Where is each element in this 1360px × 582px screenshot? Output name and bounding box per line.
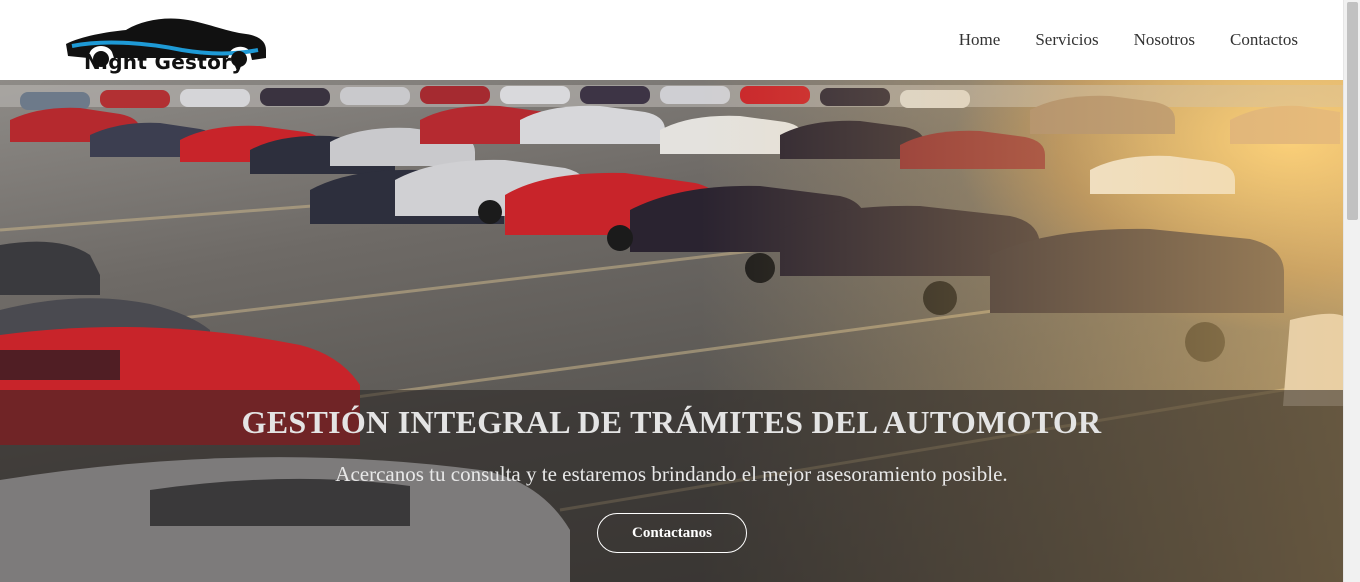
nav-servicios[interactable]: Servicios xyxy=(1035,30,1098,50)
scrollbar-thumb[interactable] xyxy=(1347,2,1358,220)
site-header: Night Gestory Home Servicios Nosotros Co… xyxy=(0,0,1343,80)
hero-subtitle: Acercanos tu consulta y te estaremos bri… xyxy=(335,462,1008,486)
page: Night Gestory Home Servicios Nosotros Co… xyxy=(0,0,1360,582)
brand-name: Night Gestory xyxy=(84,50,245,74)
hero-banner: GESTIÓN INTEGRAL DE TRÁMITES DEL AUTOMOT… xyxy=(0,80,1343,582)
contact-button[interactable]: Contactanos xyxy=(597,513,747,553)
main-nav: Home Servicios Nosotros Contactos xyxy=(959,30,1298,50)
nav-nosotros[interactable]: Nosotros xyxy=(1134,30,1195,50)
nav-contactos[interactable]: Contactos xyxy=(1230,30,1298,50)
vertical-scrollbar[interactable] xyxy=(1343,0,1360,582)
nav-home[interactable]: Home xyxy=(959,30,1001,50)
brand-logo[interactable]: Night Gestory xyxy=(62,14,268,78)
hero-title: GESTIÓN INTEGRAL DE TRÁMITES DEL AUTOMOT… xyxy=(241,404,1102,440)
